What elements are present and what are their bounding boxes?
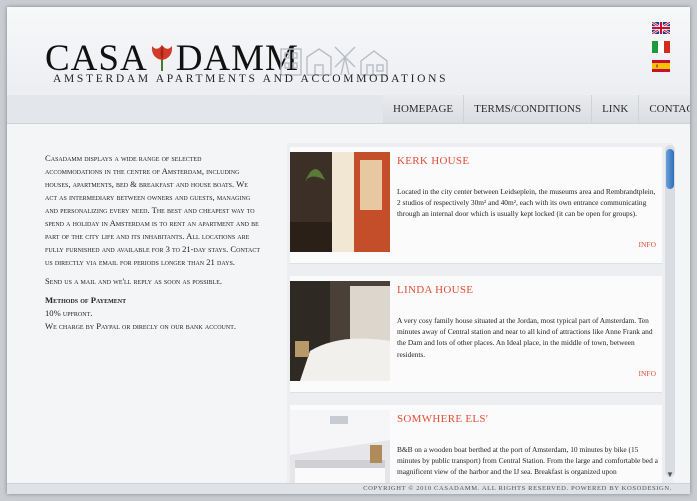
header: CASA DAMM AMSTERDAM APARTMENTS AND ACCOM… xyxy=(7,7,690,95)
copyright-text: COPYRIGHT © 2010 CASADAMM. ALL RIGHTS RE… xyxy=(363,485,672,492)
payment-line: 10% upfront. xyxy=(45,308,93,318)
scrollbar-thumb[interactable] xyxy=(666,149,674,189)
info-link[interactable]: INFO xyxy=(638,369,656,378)
intro-paragraph: Casadamm displays a wide range of select… xyxy=(45,153,260,267)
listing-photo[interactable] xyxy=(290,152,390,252)
house-windmill-icon xyxy=(280,46,388,76)
listing-card: KERK HOUSE Located in the city center be… xyxy=(290,147,662,264)
footer: COPYRIGHT © 2010 CASADAMM. ALL RIGHTS RE… xyxy=(7,483,690,494)
payment-line: We charge by Paypal or direcly on our ba… xyxy=(45,321,237,331)
scroll-down-arrow-icon[interactable]: ▼ xyxy=(665,470,675,480)
info-link[interactable]: INFO xyxy=(638,240,656,249)
listings-panel: KERK HOUSE Located in the city center be… xyxy=(287,143,673,483)
listing-description: Located in the city center between Leids… xyxy=(397,187,656,219)
listing-card: LINDA HOUSE A very cosy family house sit… xyxy=(290,276,662,393)
spanish-flag-icon[interactable] xyxy=(652,60,670,72)
italian-flag-icon[interactable] xyxy=(652,41,670,53)
listing-photo[interactable] xyxy=(290,410,390,483)
listing-photo[interactable] xyxy=(290,281,390,381)
mail-invite: Send us a mail and we'll reply as soon a… xyxy=(45,276,223,286)
listing-title[interactable]: KERK HOUSE xyxy=(397,155,469,167)
main-nav: HOMEPAGE TERMS/CONDITIONS LINK CONTACTS xyxy=(7,95,690,124)
site-logo[interactable]: CASA DAMM xyxy=(45,40,299,77)
listings-scrollbar[interactable] xyxy=(665,145,675,477)
page-frame: CASA DAMM AMSTERDAM APARTMENTS AND ACCOM… xyxy=(7,7,690,494)
nav-link[interactable]: LINK xyxy=(591,95,639,123)
listing-description: B&B on a wooden boat berthed at the port… xyxy=(397,445,658,477)
listing-title[interactable]: SOMWHERE ELS' xyxy=(397,413,488,425)
listing-title[interactable]: LINDA HOUSE xyxy=(397,284,473,296)
tulip-logo-icon xyxy=(151,45,172,71)
listing-card: SOMWHERE ELS' B&B on a wooden boat berth… xyxy=(290,405,662,483)
nav-homepage[interactable]: HOMEPAGE xyxy=(383,95,464,123)
payment-heading: Methods of Payement xyxy=(45,295,127,305)
nav-contacts[interactable]: CONTACTS xyxy=(638,95,690,123)
listing-description: A very cosy family house situated at the… xyxy=(397,316,653,359)
language-selector xyxy=(652,22,674,79)
english-flag-icon[interactable] xyxy=(652,22,670,34)
nav-terms-conditions[interactable]: TERMS/CONDITIONS xyxy=(463,95,592,123)
intro-text: Casadamm displays a wide range of select… xyxy=(45,152,260,333)
site-tagline: AMSTERDAM APARTMENTS AND ACCOMMODATIONS xyxy=(53,73,449,85)
